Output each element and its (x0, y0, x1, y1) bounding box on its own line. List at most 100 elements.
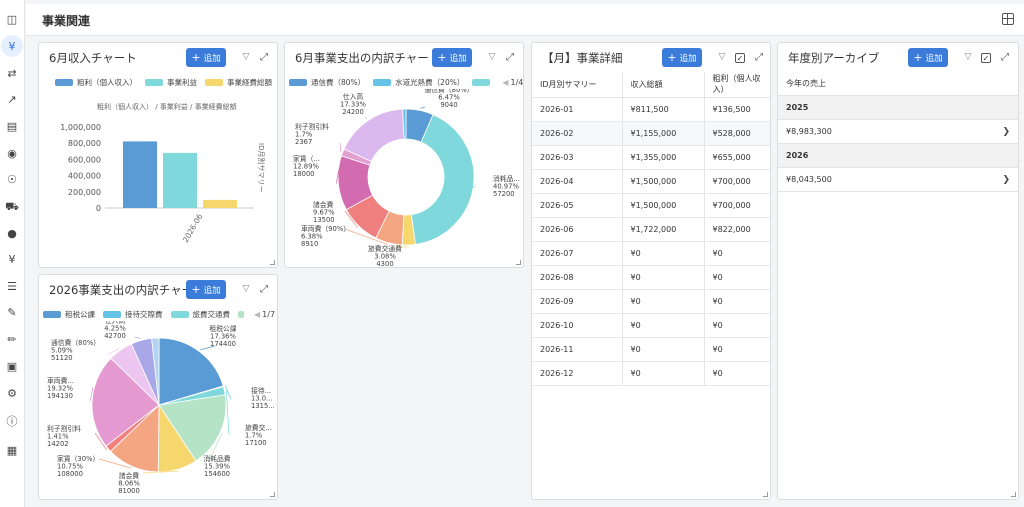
table-cell: 2026-10 (532, 313, 623, 338)
legend-item[interactable] (472, 79, 494, 86)
filter-icon[interactable]: ▽ (240, 51, 252, 63)
table-cell: 2026-03 (532, 145, 623, 170)
filter-icon[interactable]: ▽ (716, 51, 728, 63)
bar[interactable] (163, 152, 197, 208)
panel-icon[interactable]: ◫ (3, 10, 21, 28)
legend-item[interactable]: 事業利益 (145, 77, 197, 88)
table-cell: 2026-07 (532, 241, 623, 266)
filter-icon[interactable]: ▽ (962, 51, 974, 63)
resize-handle[interactable] (270, 260, 275, 265)
checkbox-icon[interactable]: ✓ (735, 53, 745, 63)
panel-title: 6月事業支出の内訳チャート (295, 51, 440, 65)
legend-item[interactable]: 通信費（80%） (289, 77, 365, 88)
y-tick-label: 400,000 (68, 172, 101, 181)
slice-label: 42700 (104, 332, 126, 340)
pie-slice[interactable] (343, 108, 405, 162)
table-cell: 2026-09 (532, 289, 623, 314)
legend-item[interactable]: 粗利（個人収入） (55, 77, 137, 88)
resize-handle[interactable] (516, 260, 521, 265)
column-header[interactable]: ID月別サマリー (532, 72, 623, 98)
slice-label: 14202 (47, 440, 69, 448)
slice-label: 13500 (313, 216, 335, 224)
table-row[interactable]: 2026-02 ¥1,155,000 ¥528,000 (532, 121, 770, 146)
filter-icon[interactable]: ▽ (240, 283, 252, 295)
resize-handle[interactable] (270, 492, 275, 497)
table-cell: ¥0 (704, 289, 770, 314)
gear-icon[interactable]: ⚙ (3, 384, 21, 402)
table-row[interactable]: 2026-12 ¥0 ¥0 (532, 361, 770, 386)
legend-item[interactable]: 旅費交通費 (170, 309, 230, 320)
table-row[interactable]: 2026-06 ¥1,722,000 ¥822,000 (532, 217, 770, 242)
y-tick-label: 0 (96, 204, 101, 213)
pencil-icon[interactable]: ✏ (3, 330, 21, 348)
pager-next-icon[interactable]: ▶ (277, 310, 278, 319)
moneybag-icon[interactable]: ● (3, 224, 21, 242)
column-header[interactable]: 粗利（個人収入） (704, 72, 770, 98)
slice-label: 108000 (57, 470, 83, 478)
slice-label: 81000 (118, 487, 140, 495)
table-row[interactable]: 2026-08 ¥0 ¥0 (532, 265, 770, 290)
slice-label-line (364, 116, 367, 120)
table-row[interactable]: 2026-05 ¥1,500,000 ¥700,000 (532, 193, 770, 218)
bar[interactable] (203, 199, 237, 208)
coins-icon[interactable]: ☰ (3, 277, 21, 295)
info-icon[interactable]: ⓘ (3, 412, 21, 430)
add-button[interactable]: + 追加 (908, 48, 948, 67)
column-header[interactable]: 収入総額 (622, 72, 705, 98)
person-icon[interactable]: ☉ (3, 170, 21, 188)
legend-item[interactable]: 事業経費総額 (205, 77, 272, 88)
legend-item[interactable]: 接待交際費 (103, 309, 163, 320)
archive-group-2026[interactable]: 2026 (778, 144, 1018, 168)
yen-icon[interactable]: ¥ (1, 35, 23, 57)
panel-title: 6月収入チャート (49, 51, 137, 65)
add-button[interactable]: + 追加 (662, 48, 702, 67)
resize-handle[interactable] (763, 492, 768, 497)
slice-label: 194130 (47, 392, 73, 400)
table-cell: ¥0 (622, 289, 705, 314)
layout-grid-icon[interactable] (1002, 13, 1014, 25)
expand-icon[interactable]: ⤢ (504, 51, 516, 63)
piggy-icon[interactable]: ◉ (3, 144, 21, 162)
checkbox-icon[interactable]: ✓ (981, 53, 991, 63)
truck-icon[interactable]: ⛟ (3, 197, 21, 215)
expand-icon[interactable]: ⤢ (999, 51, 1011, 63)
pager-prev-icon[interactable]: ◀ (254, 310, 260, 319)
legend-item[interactable] (238, 311, 248, 318)
legend-item[interactable]: 租税公課 (43, 309, 95, 320)
filter-icon[interactable]: ▽ (486, 51, 498, 63)
archive-item-2026[interactable]: ¥8,043,500 ❯ (778, 168, 1018, 192)
expand-icon[interactable]: ⤢ (258, 51, 270, 63)
legend-item[interactable]: 水道光熱費（20%） (373, 77, 464, 88)
table-row[interactable]: 2026-09 ¥0 ¥0 (532, 289, 770, 314)
expand-icon[interactable]: ⤢ (258, 283, 270, 295)
archive-group-2025[interactable]: 2025 (778, 96, 1018, 120)
archive-item-2025[interactable]: ¥8,983,300 ❯ (778, 120, 1018, 144)
table-row[interactable]: 2026-07 ¥0 ¥0 (532, 241, 770, 266)
add-button[interactable]: + 追加 (432, 48, 472, 67)
panel-title: 2026事業支出の内訳チャート (49, 283, 187, 297)
report-icon[interactable]: ▤ (3, 117, 21, 135)
table-row[interactable]: 2026-04 ¥1,500,000 ¥700,000 (532, 169, 770, 194)
expand-icon[interactable]: ⤢ (753, 51, 765, 63)
table-row[interactable]: 2026-03 ¥1,355,000 ¥655,000 (532, 145, 770, 170)
table-cell: ¥0 (622, 361, 705, 386)
chevron-right-icon: ❯ (1002, 126, 1010, 137)
chevron-right-icon: ❯ (1002, 174, 1010, 185)
pen-icon[interactable]: ✎ (3, 303, 21, 321)
pager-prev-icon[interactable]: ◀ (502, 78, 508, 87)
table-row[interactable]: 2026-01 ¥811,500 ¥136,500 (532, 97, 770, 122)
chart-icon[interactable]: ↗ (3, 90, 21, 108)
bar[interactable] (123, 141, 157, 208)
add-button[interactable]: + 追加 (186, 280, 226, 299)
slice-label: 18000 (293, 170, 315, 178)
apps-icon[interactable]: ▦ (3, 441, 21, 459)
yen-small-icon[interactable]: ¥ (3, 250, 21, 268)
transfer-icon[interactable]: ⇄ (3, 64, 21, 82)
june-expense-donut-chart: 通信費（80%）6.47%9040消耗品...40.97%57200旅費交通費3… (293, 89, 520, 267)
table-row[interactable]: 2026-11 ¥0 ¥0 (532, 337, 770, 362)
cash-icon[interactable]: ▣ (3, 357, 21, 375)
resize-handle[interactable] (1011, 492, 1016, 497)
table-cell: ¥822,000 (704, 217, 770, 242)
table-row[interactable]: 2026-10 ¥0 ¥0 (532, 313, 770, 338)
add-button[interactable]: + 追加 (186, 48, 226, 67)
